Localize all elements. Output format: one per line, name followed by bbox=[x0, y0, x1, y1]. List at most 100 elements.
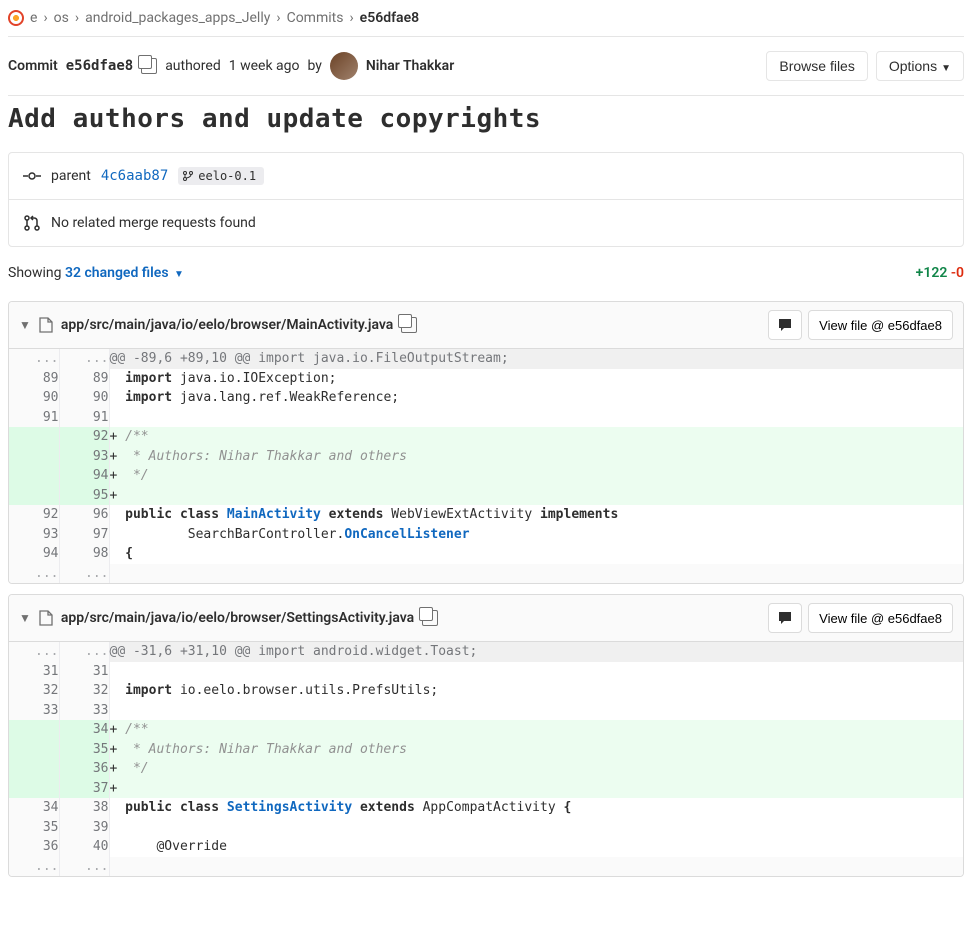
diff-line[interactable]: 34+ /** bbox=[9, 720, 963, 740]
collapse-toggle-icon[interactable]: ▼ bbox=[19, 318, 31, 332]
chevron-down-icon: ▼ bbox=[174, 269, 184, 280]
breadcrumb-sep: › bbox=[75, 10, 79, 26]
new-line-number[interactable]: 95 bbox=[59, 486, 109, 506]
old-line-number[interactable]: 89 bbox=[9, 369, 59, 389]
changed-files-dropdown[interactable]: 32 changed files ▼ bbox=[65, 265, 184, 281]
new-line-number[interactable]: 98 bbox=[59, 544, 109, 564]
diff-line[interactable]: 37+ bbox=[9, 779, 963, 799]
file-path[interactable]: app/src/main/java/io/eelo/browser/Settin… bbox=[61, 610, 414, 626]
new-line-number[interactable]: 90 bbox=[59, 388, 109, 408]
old-line-number[interactable]: 31 bbox=[9, 662, 59, 682]
new-line-number[interactable]: 33 bbox=[59, 701, 109, 721]
changed-files-label: 32 changed files bbox=[65, 265, 169, 281]
old-line-number[interactable]: 36 bbox=[9, 837, 59, 857]
browse-files-button[interactable]: Browse files bbox=[766, 51, 867, 81]
authored-prefix: authored bbox=[165, 58, 221, 74]
new-line-number[interactable]: 31 bbox=[59, 662, 109, 682]
diff-line[interactable]: 9191 bbox=[9, 408, 963, 428]
diff-line[interactable]: 3438 public class SettingsActivity exten… bbox=[9, 798, 963, 818]
diff-line[interactable]: 35+ * Authors: Nihar Thakkar and others bbox=[9, 740, 963, 760]
diff-line[interactable]: 94+ */ bbox=[9, 466, 963, 486]
code-cell: public class MainActivity extends WebVie… bbox=[109, 505, 963, 525]
diff-file: ▼ app/src/main/java/io/eelo/browser/Sett… bbox=[8, 594, 964, 877]
project-avatar-icon bbox=[8, 10, 24, 26]
parent-label: parent bbox=[51, 168, 91, 184]
author-avatar[interactable] bbox=[330, 52, 358, 80]
diff-line[interactable]: 9296 public class MainActivity extends W… bbox=[9, 505, 963, 525]
diff-line[interactable]: 3640 @Override bbox=[9, 837, 963, 857]
view-file-button[interactable]: View file @ e56dfae8 bbox=[808, 603, 953, 633]
expand-context-row[interactable]: ......@@ -31,6 +31,10 @@ import android.… bbox=[9, 642, 963, 662]
new-line-number[interactable]: 35 bbox=[59, 740, 109, 760]
view-file-button[interactable]: View file @ e56dfae8 bbox=[808, 310, 953, 340]
new-line-number[interactable]: 39 bbox=[59, 818, 109, 838]
diff-line[interactable]: 3232 import io.eelo.browser.utils.PrefsU… bbox=[9, 681, 963, 701]
old-line-number[interactable] bbox=[9, 466, 59, 486]
breadcrumb-group[interactable]: os bbox=[54, 10, 69, 26]
breadcrumb-project[interactable]: android_packages_apps_Jelly bbox=[85, 10, 270, 26]
breadcrumb-root[interactable]: e bbox=[30, 10, 37, 26]
old-line-number[interactable]: 90 bbox=[9, 388, 59, 408]
diff-line[interactable]: 9090 import java.lang.ref.WeakReference; bbox=[9, 388, 963, 408]
diff-line[interactable]: 95+ bbox=[9, 486, 963, 506]
old-line-number[interactable]: 93 bbox=[9, 525, 59, 545]
old-line-number[interactable] bbox=[9, 720, 59, 740]
diff-line[interactable]: 92+ /** bbox=[9, 427, 963, 447]
diff-line[interactable]: 3131 bbox=[9, 662, 963, 682]
code-cell: + * Authors: Nihar Thakkar and others bbox=[109, 740, 963, 760]
new-line-number[interactable]: 37 bbox=[59, 779, 109, 799]
new-line-number[interactable]: 38 bbox=[59, 798, 109, 818]
parent-sha-link[interactable]: 4c6aab87 bbox=[101, 168, 168, 184]
diff-line[interactable]: 8989 import java.io.IOException; bbox=[9, 369, 963, 389]
options-dropdown[interactable]: Options▼ bbox=[876, 51, 964, 81]
code-cell bbox=[109, 662, 963, 682]
new-line-number[interactable]: 40 bbox=[59, 837, 109, 857]
comment-button[interactable] bbox=[768, 310, 802, 340]
old-line-number[interactable]: 94 bbox=[9, 544, 59, 564]
old-line-number[interactable]: 32 bbox=[9, 681, 59, 701]
new-line-number[interactable]: 92 bbox=[59, 427, 109, 447]
new-line-number[interactable]: 36 bbox=[59, 759, 109, 779]
diff-file: ▼ app/src/main/java/io/eelo/browser/Main… bbox=[8, 301, 964, 584]
old-line-number[interactable] bbox=[9, 427, 59, 447]
expand-context-row[interactable]: ...... bbox=[9, 857, 963, 877]
copy-path-icon[interactable] bbox=[401, 317, 417, 333]
collapse-toggle-icon[interactable]: ▼ bbox=[19, 611, 31, 625]
branch-tag[interactable]: eelo-0.1 bbox=[178, 167, 264, 185]
file-path[interactable]: app/src/main/java/io/eelo/browser/MainAc… bbox=[61, 317, 393, 333]
new-line-number[interactable]: 96 bbox=[59, 505, 109, 525]
new-line-number[interactable]: 91 bbox=[59, 408, 109, 428]
commit-meta: Commit e56dfae8 authored 1 week ago by N… bbox=[8, 52, 454, 80]
old-line-number[interactable] bbox=[9, 447, 59, 467]
new-line-number[interactable]: 94 bbox=[59, 466, 109, 486]
diff-line[interactable]: 36+ */ bbox=[9, 759, 963, 779]
copy-path-icon[interactable] bbox=[422, 610, 438, 626]
old-line-number[interactable]: 34 bbox=[9, 798, 59, 818]
old-line-number[interactable]: 35 bbox=[9, 818, 59, 838]
new-line-number[interactable]: 89 bbox=[59, 369, 109, 389]
author-name[interactable]: Nihar Thakkar bbox=[366, 58, 454, 74]
old-line-number[interactable] bbox=[9, 779, 59, 799]
new-line-number[interactable]: 32 bbox=[59, 681, 109, 701]
diff-table: ......@@ -31,6 +31,10 @@ import android.… bbox=[9, 642, 963, 876]
new-line-number[interactable]: 34 bbox=[59, 720, 109, 740]
old-line-number[interactable]: 33 bbox=[9, 701, 59, 721]
diff-line[interactable]: 3539 bbox=[9, 818, 963, 838]
new-line-number[interactable]: 93 bbox=[59, 447, 109, 467]
old-line-number[interactable]: 92 bbox=[9, 505, 59, 525]
expand-context-row[interactable]: ......@@ -89,6 +89,10 @@ import java.io.… bbox=[9, 349, 963, 369]
diff-line[interactable]: 9397 SearchBarController.OnCancelListene… bbox=[9, 525, 963, 545]
old-line-number[interactable]: 91 bbox=[9, 408, 59, 428]
diff-line[interactable]: 93+ * Authors: Nihar Thakkar and others bbox=[9, 447, 963, 467]
diff-line[interactable]: 9498 { bbox=[9, 544, 963, 564]
copy-sha-icon[interactable] bbox=[141, 58, 157, 74]
comment-button[interactable] bbox=[768, 603, 802, 633]
expand-context-row[interactable]: ...... bbox=[9, 564, 963, 584]
diff-line[interactable]: 3333 bbox=[9, 701, 963, 721]
new-line-number[interactable]: 97 bbox=[59, 525, 109, 545]
old-line-number[interactable] bbox=[9, 740, 59, 760]
old-line-number[interactable] bbox=[9, 759, 59, 779]
old-line-number[interactable] bbox=[9, 486, 59, 506]
breadcrumb-section[interactable]: Commits bbox=[287, 10, 344, 26]
by-word: by bbox=[307, 58, 321, 74]
